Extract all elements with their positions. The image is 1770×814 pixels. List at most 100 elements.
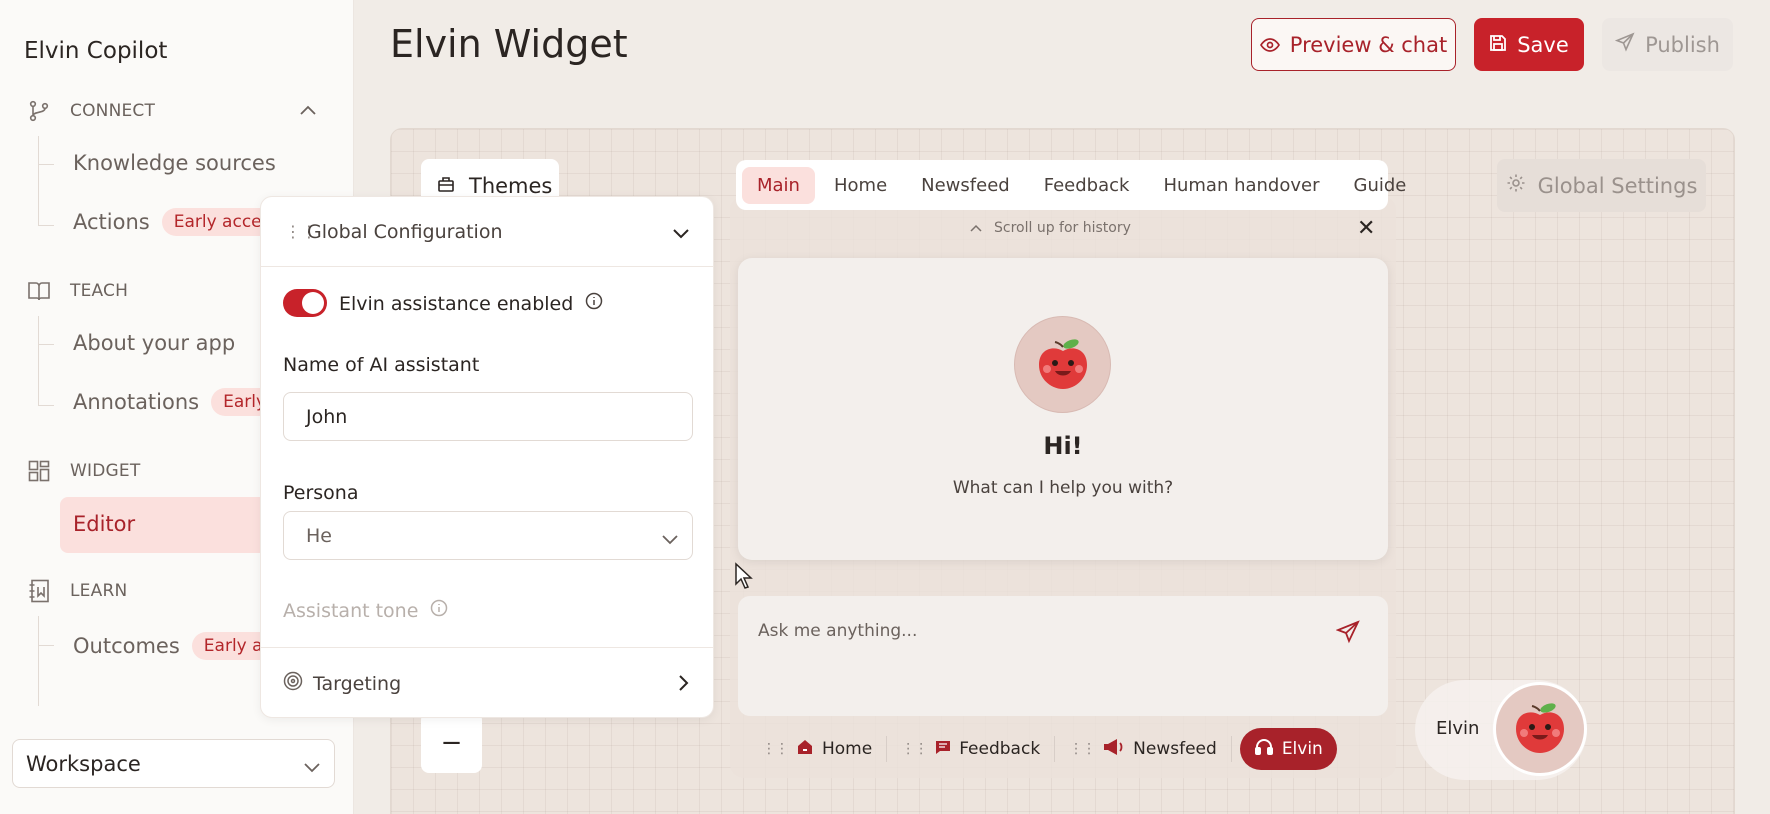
- assistant-tone-label: Assistant tone: [283, 599, 448, 622]
- target-icon: [283, 671, 303, 696]
- apple-avatar-icon[interactable]: [1493, 682, 1587, 776]
- tab-main[interactable]: Main: [742, 166, 815, 204]
- section-label: WIDGET: [70, 461, 141, 481]
- minus-icon: −: [440, 727, 463, 758]
- section-label: TEACH: [70, 281, 129, 301]
- persona-field-label: Persona: [283, 482, 359, 504]
- bottom-nav-label: Elvin: [1281, 739, 1323, 759]
- bottom-nav-label: Feedback: [959, 739, 1041, 759]
- mouse-cursor-icon: [734, 562, 754, 594]
- gear-icon: [1506, 173, 1526, 198]
- git-branch-icon: [26, 98, 52, 124]
- section-connect[interactable]: CONNECT: [26, 98, 155, 124]
- widget-tabs: Main Home Newsfeed Feedback Human handov…: [736, 160, 1406, 210]
- widget-bottom-nav: ⋮⋮ Home ⋮⋮ Feedback ⋮⋮ Newsfeed Elvin: [748, 726, 1337, 772]
- chevron-right-icon: [679, 674, 689, 696]
- send-icon: [1614, 32, 1635, 57]
- bottom-nav-label: Newsfeed: [1133, 739, 1217, 759]
- bottom-nav-newsfeed[interactable]: ⋮⋮ Newsfeed: [1055, 728, 1231, 770]
- config-header[interactable]: ⋮⋮ Global Configuration: [261, 197, 713, 267]
- bottom-nav-home[interactable]: ⋮⋮ Home: [748, 728, 886, 770]
- themes-label: Themes: [469, 173, 553, 198]
- sidebar-item-label: Annotations: [73, 390, 200, 414]
- workspace-label: Workspace: [26, 751, 141, 776]
- preview-chat-button[interactable]: Preview & chat: [1251, 18, 1456, 71]
- chat-input[interactable]: Ask me anything...: [758, 621, 917, 641]
- tab-feedback[interactable]: Feedback: [1029, 167, 1145, 204]
- publish-button[interactable]: Publish: [1602, 18, 1733, 71]
- tab-guide[interactable]: Guide: [1339, 167, 1422, 204]
- bottom-nav-feedback[interactable]: ⋮⋮ Feedback: [887, 728, 1054, 770]
- persona-select[interactable]: He: [283, 511, 693, 560]
- grid-icon: [26, 458, 52, 484]
- chevron-down-icon: [304, 754, 320, 778]
- targeting-label: Targeting: [313, 672, 402, 695]
- send-icon[interactable]: [1335, 620, 1360, 648]
- tree-tick: [38, 225, 54, 226]
- tree-tick: [38, 405, 54, 406]
- tab-home[interactable]: Home: [819, 167, 902, 204]
- sidebar-item-label: Outcomes: [73, 634, 180, 658]
- info-icon[interactable]: [430, 599, 448, 622]
- bottom-nav-elvin[interactable]: Elvin: [1239, 728, 1337, 770]
- megaphone-icon: [1103, 738, 1125, 761]
- tree-line: [38, 136, 39, 226]
- info-icon[interactable]: [585, 292, 603, 315]
- headset-icon: [1254, 737, 1274, 762]
- tab-human-handover[interactable]: Human handover: [1148, 167, 1334, 204]
- persona-value: He: [306, 524, 332, 547]
- scroll-hint-text: Scroll up for history: [994, 220, 1131, 236]
- chat-input-area[interactable]: [738, 596, 1388, 716]
- sidebar-item-label: Knowledge sources: [73, 151, 276, 175]
- notebook-icon: [26, 578, 52, 604]
- config-title: Global Configuration: [307, 220, 503, 243]
- name-field-label: Name of AI assistant: [283, 354, 480, 376]
- chevron-up-icon[interactable]: [300, 100, 316, 119]
- sidebar-item-label: About your app: [73, 331, 236, 355]
- toggle-label: Elvin assistance enabled: [339, 292, 574, 315]
- greeting-title: Hi!: [1043, 432, 1083, 460]
- zoom-out-button[interactable]: −: [421, 712, 482, 773]
- save-icon: [1489, 33, 1507, 57]
- greeting-subtext: What can I help you with?: [952, 478, 1174, 498]
- section-teach[interactable]: TEACH: [26, 278, 128, 304]
- save-button[interactable]: Save: [1474, 18, 1584, 71]
- eye-icon: [1259, 33, 1280, 57]
- tone-label-text: Assistant tone: [283, 599, 419, 622]
- close-icon[interactable]: ✕: [1357, 216, 1375, 241]
- save-label: Save: [1517, 32, 1569, 57]
- preview-label: Preview & chat: [1289, 32, 1448, 57]
- global-settings-button[interactable]: Global Settings: [1497, 159, 1706, 212]
- section-label: LEARN: [70, 581, 128, 601]
- sidebar-item-actions[interactable]: Actions Early access: [73, 208, 292, 236]
- sidebar-item-knowledge-sources[interactable]: Knowledge sources: [73, 151, 276, 175]
- tab-newsfeed[interactable]: Newsfeed: [906, 167, 1025, 204]
- drag-handle-icon: ⋮⋮: [1069, 741, 1096, 757]
- tree-line: [38, 316, 39, 406]
- drag-handle-icon[interactable]: ⋮⋮: [285, 223, 317, 239]
- sidebar-item-label: Editor: [73, 512, 136, 536]
- assistance-toggle-row: Elvin assistance enabled: [339, 292, 603, 315]
- bottom-nav-label: Home: [822, 739, 873, 759]
- chevron-up-icon: [970, 220, 982, 236]
- tree-tick: [38, 344, 54, 345]
- targeting-row[interactable]: Targeting: [261, 647, 713, 717]
- section-widget[interactable]: WIDGET: [26, 458, 140, 484]
- assistant-name-input[interactable]: John: [283, 392, 693, 441]
- chat-bubble-icon: [935, 739, 951, 760]
- section-learn[interactable]: LEARN: [26, 578, 127, 604]
- scroll-history-hint[interactable]: Scroll up for history: [970, 220, 1131, 236]
- drag-handle-icon: ⋮⋮: [901, 741, 928, 757]
- workspace-select[interactable]: Workspace: [12, 739, 335, 788]
- launcher-label: Elvin: [1436, 718, 1480, 739]
- drag-handle-icon: ⋮⋮: [762, 741, 789, 757]
- tree-tick: [38, 164, 54, 165]
- assistance-toggle[interactable]: [283, 289, 327, 317]
- sidebar-item-about-app[interactable]: About your app: [73, 331, 235, 355]
- paint-bucket-icon: [437, 174, 455, 198]
- chevron-down-icon[interactable]: [673, 222, 689, 244]
- tree-line: [38, 616, 39, 706]
- section-label: CONNECT: [70, 101, 156, 121]
- publish-label: Publish: [1645, 32, 1720, 57]
- home-icon: [796, 738, 814, 761]
